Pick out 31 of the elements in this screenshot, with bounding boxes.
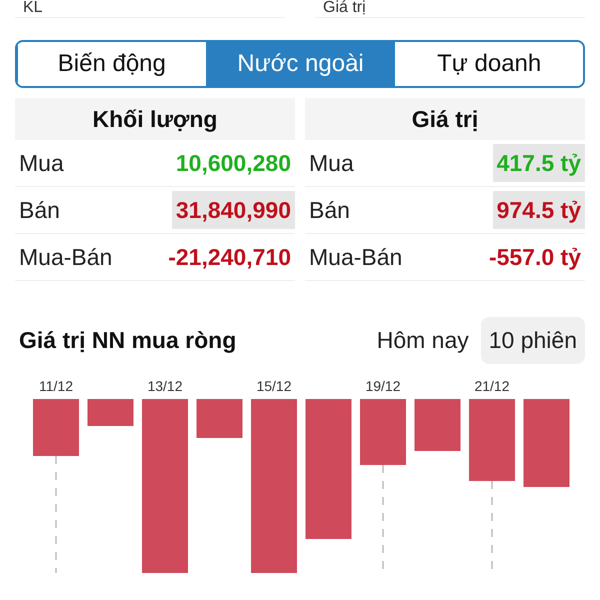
bar xyxy=(360,399,406,465)
row-value: 31,840,990 xyxy=(172,191,295,229)
range-button[interactable]: 10 phiên xyxy=(480,316,585,364)
tab[interactable]: Nước ngoài xyxy=(206,42,394,86)
range-button[interactable]: Hôm nay xyxy=(368,316,477,364)
date-label: 15/12 xyxy=(256,378,292,394)
date-label: 11/12 xyxy=(39,378,73,394)
summary-label: KL xyxy=(23,0,43,16)
row-value: 417.5 tỷ xyxy=(492,144,585,182)
column-header: Giá trị xyxy=(305,98,585,140)
row-value: 974.5 tỷ xyxy=(492,191,585,229)
row-value: 10,600,280 xyxy=(174,149,292,178)
date-label: 19/12 xyxy=(365,378,401,394)
row-label: Bán xyxy=(308,196,350,224)
row-label: Mua xyxy=(308,150,354,176)
date-label: 13/12 xyxy=(147,378,183,394)
row-label: Mua-Bán xyxy=(308,244,402,270)
row-label: Bán xyxy=(18,196,60,224)
bar xyxy=(88,399,134,426)
tab[interactable]: Tự doanh xyxy=(394,42,583,86)
row-value: -21,240,710 xyxy=(167,243,292,272)
bar xyxy=(33,399,79,456)
bar xyxy=(196,399,242,438)
row-value: -557.0 tỷ xyxy=(488,243,582,272)
row-label: Mua-Bán xyxy=(18,244,112,270)
column-header: Khối lượng xyxy=(15,98,295,140)
row-label: Mua xyxy=(18,150,64,176)
summary-label: Giá trị xyxy=(323,0,366,16)
chart-title: Giá trị NN mua ròng xyxy=(18,326,236,354)
bar xyxy=(414,399,460,451)
date-label: 21/12 xyxy=(474,378,510,394)
